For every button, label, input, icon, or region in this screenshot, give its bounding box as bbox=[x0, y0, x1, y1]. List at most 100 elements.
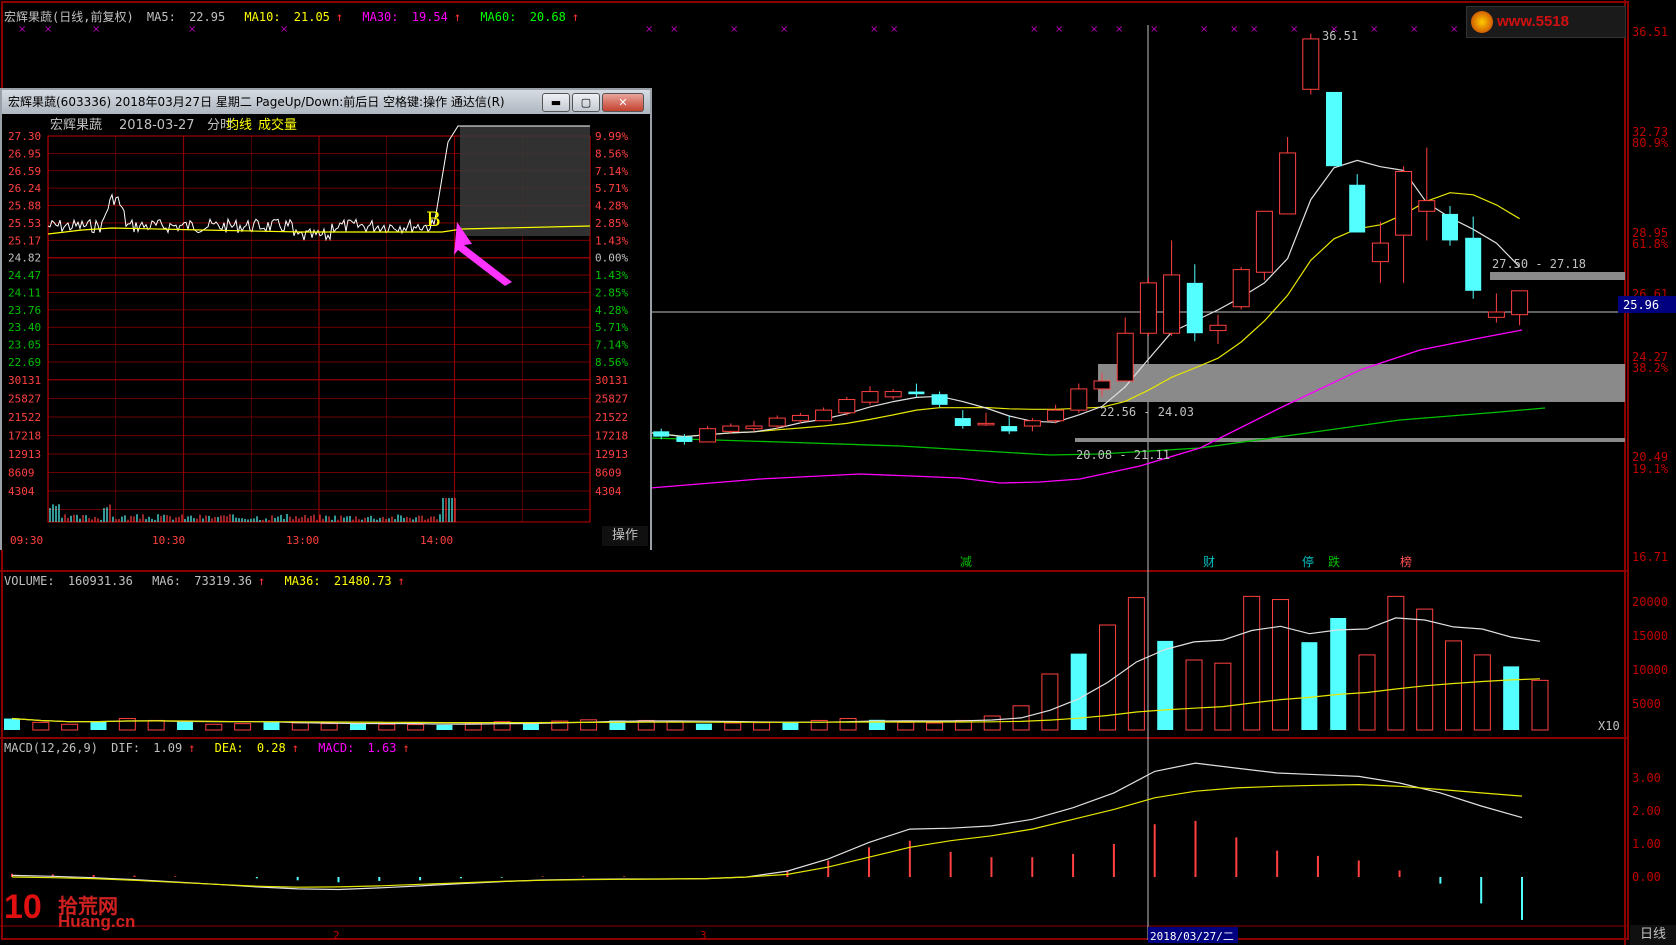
price-tick: 26.24 bbox=[8, 182, 41, 195]
volume-bar bbox=[1445, 640, 1463, 731]
volume-bar bbox=[1330, 618, 1347, 730]
event-x-marker: × bbox=[1450, 24, 1458, 35]
candle-body bbox=[1511, 290, 1529, 316]
operate-button[interactable]: 操作 bbox=[602, 526, 648, 546]
candle-body bbox=[1023, 420, 1041, 427]
volume-bar bbox=[1041, 673, 1059, 731]
dif-line bbox=[11, 762, 1523, 891]
logo-url: Huang.cn bbox=[58, 912, 136, 931]
volume-bar bbox=[1157, 640, 1174, 730]
volume-bar bbox=[724, 722, 742, 731]
intraday-popup-window[interactable]: 宏辉果蔬(603336) 2018年03月27日 星期二 PageUp/Down… bbox=[0, 88, 652, 550]
minimize-icon: ▬ bbox=[550, 96, 562, 109]
event-x-marker: × bbox=[1290, 24, 1298, 35]
volume-tick: 30131 bbox=[595, 374, 628, 387]
volume-bar bbox=[147, 719, 165, 731]
pct-tick: 7.14% bbox=[595, 339, 628, 352]
event-x-marker: × bbox=[890, 24, 898, 35]
candle-body bbox=[653, 431, 670, 437]
volume-bar bbox=[90, 721, 107, 730]
volume-tick: 10000 bbox=[1632, 663, 1668, 677]
candle-body bbox=[1349, 184, 1366, 233]
candle-body bbox=[1232, 269, 1250, 308]
maximize-button[interactable]: ▢ bbox=[572, 93, 600, 112]
event-marker: 跌 bbox=[1328, 554, 1340, 569]
chart-title: 宏辉果蔬(日线,前复权) bbox=[4, 10, 134, 24]
event-x-marker: × bbox=[780, 24, 788, 35]
high-price-annotation: 36.51 bbox=[1322, 29, 1358, 43]
volume-bar bbox=[234, 723, 252, 731]
pct-tick: 2.85% bbox=[595, 217, 628, 230]
site-watermark: www.5518 bbox=[1466, 6, 1626, 38]
close-button[interactable]: ✕ bbox=[602, 93, 644, 112]
candle-body bbox=[908, 391, 925, 395]
event-x-marker: × bbox=[1370, 24, 1378, 35]
popup-date: 2018-03-27 bbox=[119, 118, 195, 133]
event-x-marker: × bbox=[1090, 24, 1098, 35]
candle-body bbox=[1418, 200, 1436, 212]
candle-body bbox=[1395, 170, 1413, 236]
volume-ma36: 21480.73 bbox=[333, 574, 392, 588]
volume-unit: X10 bbox=[1598, 719, 1620, 733]
event-x-marker: × bbox=[1055, 24, 1063, 35]
event-x-marker: × bbox=[18, 24, 26, 35]
volume-bar bbox=[1531, 679, 1549, 731]
volume-bar bbox=[205, 723, 223, 731]
ma30-value: 19.54 bbox=[411, 10, 448, 24]
range-annotation: 22.56 - 24.03 bbox=[1100, 405, 1194, 419]
candle-body bbox=[722, 425, 740, 432]
price-tick: 23.40 bbox=[8, 321, 41, 334]
event-x-marker: × bbox=[670, 24, 678, 35]
event-x-marker: × bbox=[280, 24, 288, 35]
pct-tick: 1.43% bbox=[595, 234, 628, 247]
popup-stock-name: 宏辉果蔬 bbox=[50, 118, 102, 133]
minimize-button[interactable]: ▬ bbox=[542, 93, 570, 112]
event-marker: 停 bbox=[1302, 554, 1314, 569]
volume-bar bbox=[695, 723, 712, 730]
volume-bar bbox=[1387, 595, 1405, 731]
candle-body bbox=[1371, 242, 1389, 263]
event-x-marker: × bbox=[730, 24, 738, 35]
date-tick: 2 bbox=[333, 929, 340, 942]
popup-vol-label: 成交量 bbox=[258, 117, 297, 133]
close-icon: ✕ bbox=[618, 96, 628, 109]
pct-tick: 61.8% bbox=[1632, 237, 1669, 251]
volume-bar bbox=[782, 721, 799, 730]
price-tick: 24.82 bbox=[8, 252, 41, 265]
pct-tick: 9.99% bbox=[595, 130, 628, 143]
volume-bar bbox=[1185, 659, 1203, 731]
event-x-marker: × bbox=[1030, 24, 1038, 35]
volume-bar bbox=[4, 718, 20, 730]
price-tick: 36.51 bbox=[1632, 25, 1668, 39]
range-annotation: 27.50 - 27.18 bbox=[1492, 257, 1586, 271]
event-x-marker: × bbox=[1200, 24, 1208, 35]
candle-body bbox=[1139, 282, 1157, 334]
candle-body bbox=[1442, 213, 1458, 241]
volume-bar bbox=[753, 722, 771, 731]
volume-tick: 15000 bbox=[1632, 629, 1668, 643]
candle-body bbox=[1001, 426, 1018, 432]
time-tick: 09:30 bbox=[10, 534, 43, 547]
period-button[interactable]: 日线 bbox=[1630, 925, 1676, 945]
price-tick: 26.59 bbox=[8, 165, 41, 178]
price-tick: 27.30 bbox=[8, 130, 41, 143]
volume-bar bbox=[320, 723, 338, 731]
pct-tick: 2.85% bbox=[595, 286, 628, 299]
candle-body bbox=[884, 391, 902, 398]
volume-bar bbox=[926, 722, 944, 731]
volume-bar bbox=[378, 723, 396, 731]
event-marker: 榜 bbox=[1400, 554, 1412, 569]
event-x-marker: × bbox=[188, 24, 196, 35]
volume-bar bbox=[1416, 608, 1434, 731]
volume-bar bbox=[1243, 595, 1261, 731]
price-tick: 22.69 bbox=[8, 356, 41, 369]
pct-tick: 4.28% bbox=[595, 200, 628, 213]
pct-tick: 80.9% bbox=[1632, 136, 1669, 150]
candle-body bbox=[745, 425, 763, 430]
intraday-chart[interactable]: 宏辉果蔬 2018-03-27 分时 均线 成交量 B 27.3026.9526… bbox=[2, 114, 650, 550]
dif-value: 1.09 bbox=[153, 741, 183, 755]
candle-body bbox=[699, 428, 717, 443]
volume-tick: 20000 bbox=[1632, 595, 1668, 609]
candle-body bbox=[1302, 38, 1320, 90]
event-x-marker: × bbox=[1410, 24, 1418, 35]
